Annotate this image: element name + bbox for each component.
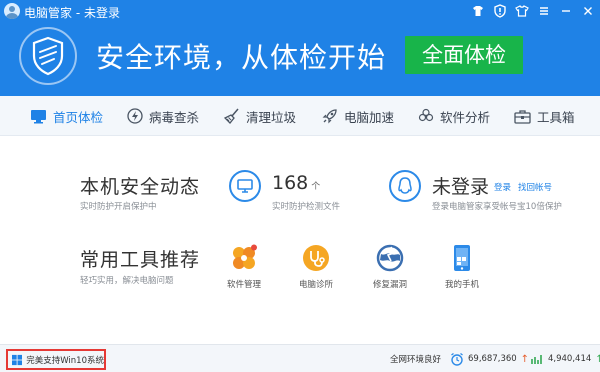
- win10-support-text: 完美支持Win10系统: [26, 355, 104, 366]
- arrow-up-icon: ↑: [520, 353, 530, 365]
- cloud-count[interactable]: 4,940,414 ↑: [530, 352, 600, 366]
- tab-virus-scan[interactable]: 病毒查杀: [127, 96, 199, 136]
- files-count-value: 168: [272, 172, 309, 194]
- tool-software-manager[interactable]: 软件管理: [214, 244, 274, 290]
- protection-count-value: 69,687,360: [468, 354, 517, 364]
- tool-fix-vulnerabilities[interactable]: 修复漏洞: [360, 244, 420, 290]
- tencent-shield-logo-icon: [19, 27, 77, 85]
- lightning-icon: [127, 108, 143, 124]
- cloud-count-value: 4,940,414: [548, 354, 592, 364]
- tab-label: 工具箱: [537, 109, 575, 125]
- network-status: 全网环境良好: [390, 355, 442, 365]
- rocket-icon: [322, 109, 337, 124]
- tab-label: 软件分析: [440, 109, 491, 125]
- qq-penguin-icon: [398, 177, 412, 194]
- shirt-icon[interactable]: [470, 3, 486, 19]
- qq-circle: [389, 170, 421, 202]
- security-title: 本机安全动态: [80, 176, 201, 198]
- tool-label: 我的手机: [444, 280, 479, 290]
- close-icon[interactable]: [580, 3, 596, 19]
- shield-badge-icon[interactable]: [492, 3, 508, 19]
- tab-speed-up[interactable]: 电脑加速: [322, 96, 394, 136]
- patch-globe-icon: [376, 244, 404, 272]
- tool-pc-clinic[interactable]: 电脑诊所: [286, 244, 346, 290]
- files-count-unit: 个: [311, 182, 321, 192]
- status-bar: 完美支持Win10系统 全网环境良好 69,687,360 ↑ 4,940,41…: [0, 344, 600, 372]
- main-nav: 首页体检 病毒查杀 清理垃圾 电脑加速 软件分析 工具箱: [0, 96, 600, 136]
- monitor-icon: [237, 179, 253, 193]
- windows-logo-icon: [12, 354, 23, 365]
- find-account-link[interactable]: 找回帐号: [518, 181, 552, 193]
- tool-label: 软件管理: [226, 280, 261, 290]
- protection-count[interactable]: 69,687,360 ↑: [450, 352, 529, 366]
- header-banner: 电脑管家 - 未登录 安全环境，从体检开始 全面体检: [0, 0, 600, 96]
- tab-label: 清理垃圾: [246, 109, 297, 125]
- monitor-icon: [31, 109, 46, 123]
- security-subtitle: 实时防护开启保护中: [80, 202, 157, 212]
- alarm-clock-icon: [451, 352, 463, 366]
- tool-label: 电脑诊所: [298, 280, 333, 290]
- title-bar: 电脑管家 - 未登录: [0, 0, 600, 22]
- arrow-up-icon: ↑: [595, 353, 600, 365]
- tab-toolbox[interactable]: 工具箱: [514, 96, 575, 136]
- tab-label: 首页体检: [53, 109, 104, 125]
- broom-icon: [224, 108, 239, 124]
- tool-label: 修复漏洞: [372, 280, 407, 290]
- software-manager-icon: [230, 244, 258, 272]
- tools-title: 常用工具推荐: [80, 249, 201, 271]
- toolbox-icon: [514, 109, 531, 124]
- tool-my-phone[interactable]: 我的手机: [432, 244, 492, 290]
- main-content: 本机安全动态 实时防护开启保护中 168 个 实时防护检测文件 未登录 登录 找回…: [0, 137, 600, 344]
- tab-home-checkup[interactable]: 首页体检: [30, 96, 103, 136]
- banner-slogan: 安全环境，从体检开始: [96, 41, 387, 74]
- tab-label: 电脑加速: [344, 109, 395, 125]
- tab-label: 病毒查杀: [149, 109, 200, 125]
- window-controls: [470, 2, 596, 20]
- login-status: 未登录: [432, 176, 490, 198]
- full-scan-button[interactable]: 全面体检: [405, 36, 523, 74]
- fan-icon: [418, 108, 434, 122]
- files-count: 168 个: [272, 172, 320, 194]
- monitor-circle: [229, 170, 261, 202]
- login-link[interactable]: 登录: [494, 181, 511, 193]
- login-caption: 登录电脑管家享受帐号宝10倍保护: [432, 202, 562, 212]
- window-title: 电脑管家 - 未登录: [24, 6, 120, 20]
- stethoscope-icon: [302, 244, 330, 272]
- avatar[interactable]: [4, 3, 20, 19]
- tab-clean-junk[interactable]: 清理垃圾: [224, 96, 296, 136]
- tools-subtitle: 轻巧实用，解决电脑问题: [80, 276, 174, 286]
- tab-software-analysis[interactable]: 软件分析: [418, 96, 490, 136]
- phone-icon: [448, 244, 476, 272]
- menu-icon[interactable]: [536, 3, 552, 19]
- up-trend-icon: [531, 355, 542, 364]
- minimize-icon[interactable]: [558, 3, 574, 19]
- win10-support-badge[interactable]: 完美支持Win10系统: [6, 349, 106, 370]
- files-caption: 实时防护检测文件: [272, 202, 341, 212]
- skin-icon[interactable]: [514, 3, 530, 19]
